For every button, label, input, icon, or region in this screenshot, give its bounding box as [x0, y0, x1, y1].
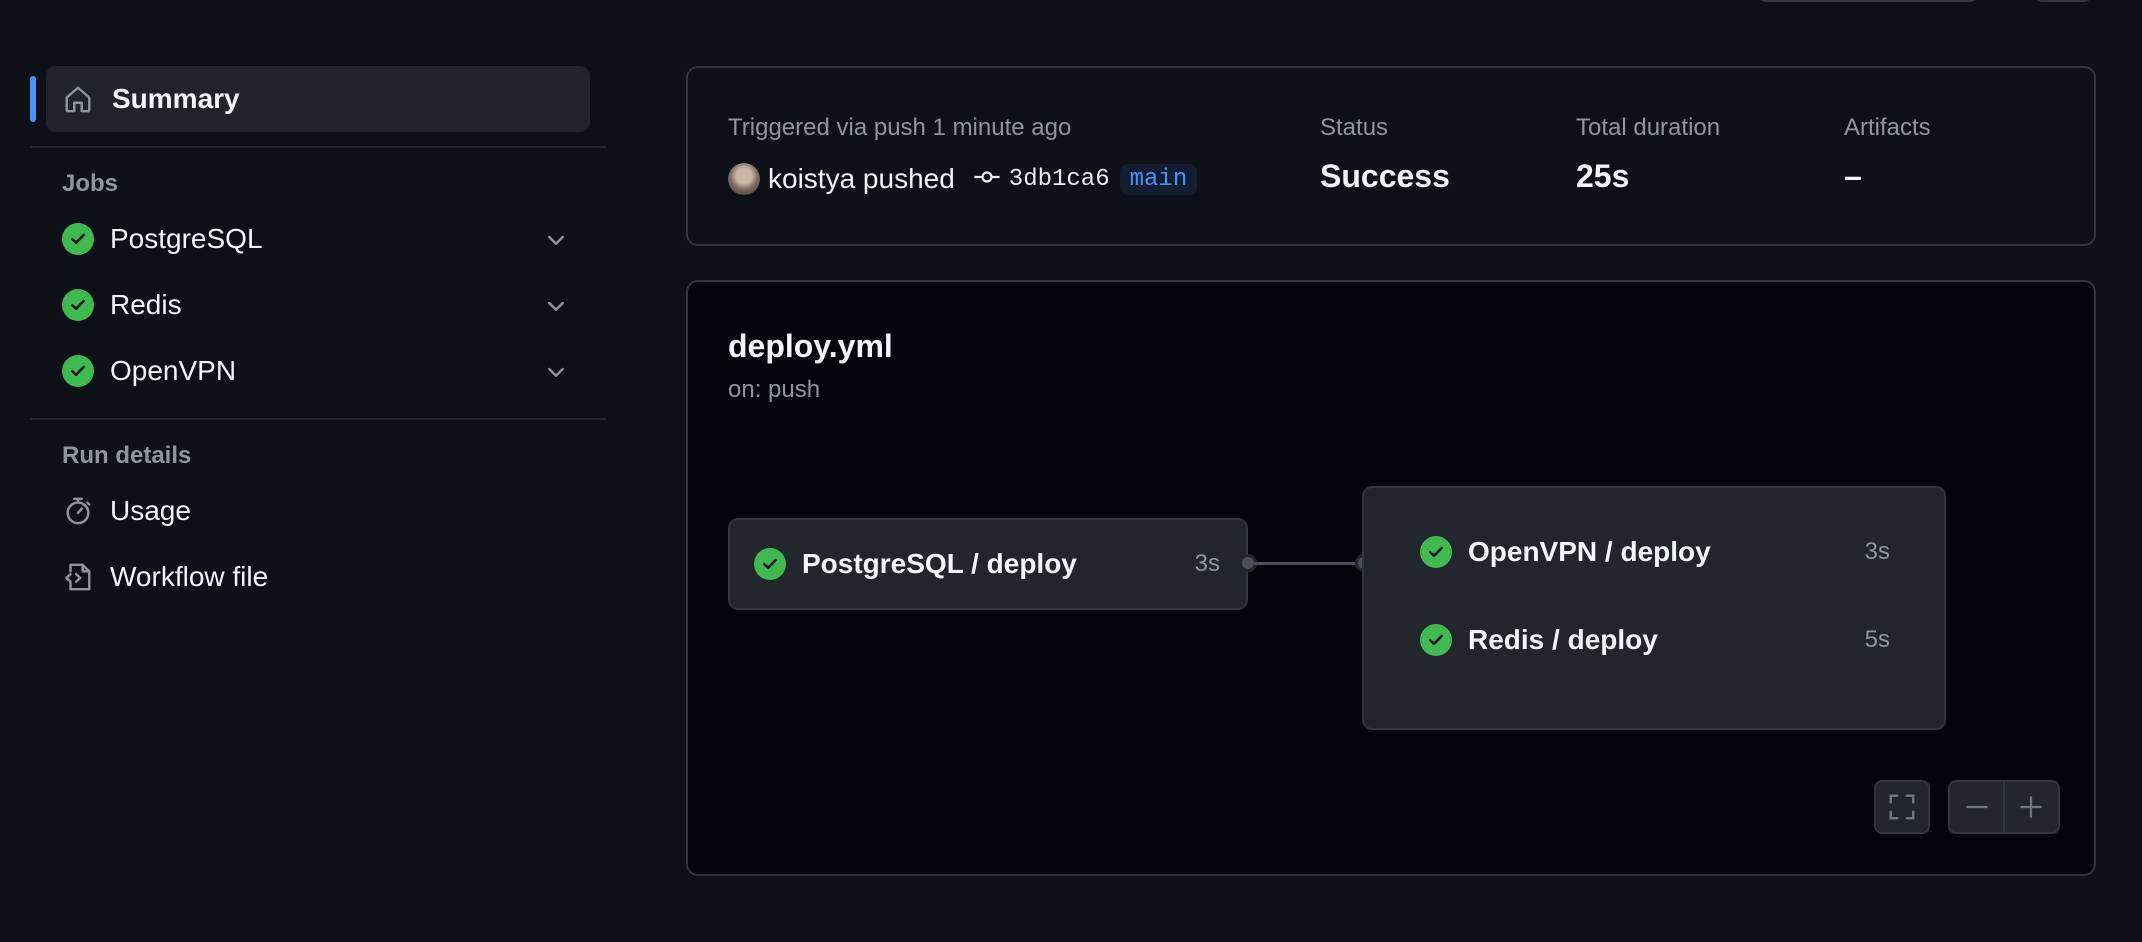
run-summary-card: Triggered via push 1 minute ago koistya … — [686, 66, 2096, 246]
check-circle-icon — [62, 223, 94, 255]
job-group-stage2: OpenVPN / deploy 3s Redis / deploy 5s — [1362, 486, 1946, 730]
job-name: PostgreSQL / deploy — [802, 548, 1077, 579]
workflow-graph: deploy.yml on: push PostgreSQL / deploy … — [686, 280, 2096, 876]
status-label: Status — [1320, 114, 1389, 141]
connector-line — [1254, 562, 1358, 565]
avatar[interactable] — [728, 163, 760, 195]
job-duration: 3s — [1864, 538, 1890, 565]
workflow-trigger: on: push — [728, 376, 821, 403]
job-duration: 5s — [1864, 626, 1890, 653]
sidebar-item-openvpn[interactable]: OpenVPN — [30, 338, 606, 404]
zoom-in-icon[interactable] — [2005, 782, 2058, 832]
sidebar-item-postgresql[interactable]: PostgreSQL — [30, 206, 606, 272]
push-info: koistya pushed 3db1ca6 main — [728, 160, 1198, 198]
sidebar: Summary Jobs PostgreSQL Redis OpenVPN Ru… — [30, 66, 606, 610]
job-name: Redis / deploy — [1468, 624, 1658, 655]
fullscreen-icon[interactable] — [1876, 782, 1928, 832]
commit-sha: 3db1ca6 — [1008, 165, 1110, 193]
sidebar-item-label: Summary — [112, 83, 240, 114]
home-icon — [62, 83, 94, 115]
top-toolbar-menu-button[interactable] — [2034, 0, 2092, 2]
active-indicator — [30, 76, 36, 122]
git-commit-icon — [973, 167, 1001, 192]
status-value: Success — [1320, 158, 1450, 194]
check-circle-icon — [754, 548, 786, 580]
trigger-text: Triggered via push 1 minute ago — [728, 114, 1072, 141]
chevron-down-icon[interactable] — [544, 228, 568, 257]
divider — [30, 418, 606, 420]
stopwatch-icon — [62, 495, 94, 527]
workflow-title: deploy.yml — [728, 328, 893, 364]
check-circle-icon — [1420, 624, 1452, 656]
duration-label: Total duration — [1576, 114, 1721, 141]
check-circle-icon — [62, 289, 94, 321]
job-row[interactable]: PostgreSQL / deploy 3s — [730, 520, 1246, 608]
chevron-down-icon[interactable] — [544, 360, 568, 389]
artifacts-label: Artifacts — [1844, 114, 1931, 141]
sidebar-item-usage[interactable]: Usage — [30, 478, 606, 544]
artifacts-value: – — [1844, 158, 1862, 194]
sidebar-item-redis[interactable]: Redis — [30, 272, 606, 338]
divider — [30, 146, 606, 148]
pusher-link[interactable]: koistya pushed — [768, 163, 955, 195]
branch-badge[interactable]: main — [1119, 163, 1198, 195]
zoom-out-icon[interactable] — [1950, 782, 2003, 832]
job-node-postgresql[interactable]: PostgreSQL / deploy 3s — [728, 518, 1248, 610]
jobs-section-title: Jobs — [62, 170, 119, 197]
duration-value: 25s — [1576, 158, 1630, 194]
run-details-section-title: Run details — [62, 442, 192, 469]
job-label: Redis — [110, 289, 182, 320]
job-row-redis[interactable]: Redis / deploy 5s — [1364, 604, 1944, 676]
commit-link[interactable]: 3db1ca6 — [973, 166, 1110, 193]
job-label: PostgreSQL — [110, 223, 263, 254]
artifacts-stat: Artifacts – — [1844, 114, 1931, 195]
job-label: OpenVPN — [110, 355, 237, 386]
check-circle-icon — [1420, 536, 1452, 568]
file-code-icon — [62, 561, 94, 593]
top-toolbar-button[interactable] — [1758, 0, 1978, 2]
check-circle-icon — [62, 355, 94, 387]
job-duration: 3s — [1194, 550, 1220, 577]
job-row-openvpn[interactable]: OpenVPN / deploy 3s — [1364, 516, 1944, 588]
zoom-controls — [1948, 780, 2060, 834]
sidebar-item-label: Workflow file — [110, 561, 269, 592]
duration-stat: Total duration 25s — [1576, 114, 1720, 195]
chevron-down-icon[interactable] — [544, 294, 568, 323]
sidebar-item-workflow-file[interactable]: Workflow file — [30, 544, 606, 610]
job-name: OpenVPN / deploy — [1468, 536, 1711, 567]
status-stat: Status Success — [1320, 114, 1450, 195]
sidebar-item-summary[interactable]: Summary — [30, 66, 590, 132]
sidebar-item-label: Usage — [110, 495, 191, 526]
fullscreen-control — [1874, 780, 1930, 834]
